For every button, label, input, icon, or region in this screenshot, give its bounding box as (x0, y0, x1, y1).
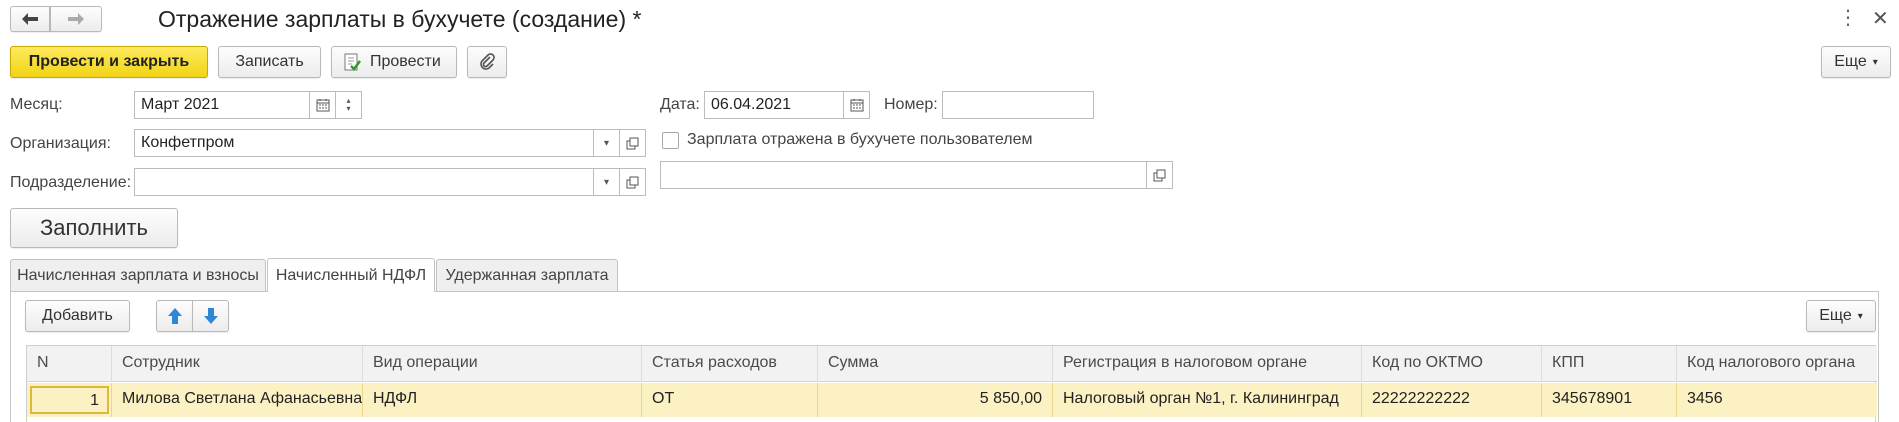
chevron-down-icon: ▾ (1872, 56, 1878, 68)
extra-field[interactable] (660, 161, 1147, 189)
cell-operation[interactable]: НДФЛ (363, 383, 642, 417)
post-and-close-button[interactable]: Провести и закрыть (10, 46, 208, 78)
tab-withheld-salary[interactable]: Удержанная зарплата (436, 259, 618, 291)
extra-open-button[interactable] (1146, 161, 1173, 189)
table-header: N Сотрудник Вид операции Статья расходов… (27, 346, 1877, 382)
save-button[interactable]: Записать (218, 46, 321, 78)
tab-panel: Добавить Еще ▾ N Сотрудник Вид операции … (10, 291, 1879, 422)
cell-tax-office-code[interactable]: 3456 (1677, 383, 1877, 417)
back-button[interactable] (10, 6, 50, 32)
department-label: Подразделение: (10, 174, 132, 191)
column-header-operation[interactable]: Вид операции (363, 346, 642, 382)
column-header-kpp[interactable]: КПП (1542, 346, 1677, 382)
salary-posted-checkbox-label[interactable]: Зарплата отражена в бухучете пользовател… (687, 131, 1032, 149)
column-header-tax-registration[interactable]: Регистрация в налоговом органе (1053, 346, 1362, 382)
month-stepper[interactable]: ▴ ▾ (335, 91, 362, 119)
organization-open-button[interactable] (619, 129, 646, 157)
date-calendar-button[interactable] (843, 91, 870, 119)
more-button-label: Еще (1834, 53, 1867, 70)
calendar-icon (316, 99, 329, 112)
department-field[interactable] (134, 168, 594, 196)
chevron-down-icon: ▾ (1857, 310, 1863, 322)
arrow-left-icon (22, 13, 38, 25)
post-button-label: Провести (370, 53, 441, 70)
date-label: Дата: (660, 96, 700, 113)
column-header-oktmo[interactable]: Код по ОКТМО (1362, 346, 1542, 382)
table-more-label: Еще (1819, 307, 1852, 324)
fill-button[interactable]: Заполнить (10, 208, 178, 248)
cell-amount[interactable]: 5 850,00 (818, 383, 1053, 417)
tab-accrued-salary[interactable]: Начисленная зарплата и взносы (10, 259, 266, 291)
table-row[interactable]: 1 Милова Светлана Афанасьевна НДФЛ ОТ 5 … (27, 383, 1877, 417)
post-button[interactable]: Провести (331, 46, 457, 78)
column-header-n[interactable]: N (27, 346, 112, 382)
forward-button[interactable] (50, 6, 102, 32)
move-down-button[interactable] (192, 300, 229, 332)
column-header-tax-office-code[interactable]: Код налогового органа (1677, 346, 1877, 382)
organization-label: Организация: (10, 135, 111, 152)
page-title: Отражение зарплаты в бухучете (создание)… (158, 6, 642, 32)
cell-tax-registration[interactable]: Налоговый орган №1, г. Калининград (1053, 383, 1362, 417)
column-header-employee[interactable]: Сотрудник (112, 346, 363, 382)
chevron-down-icon: ▾ (603, 137, 610, 149)
organization-field[interactable]: Конфетпром (134, 129, 594, 157)
arrow-right-icon (68, 13, 84, 25)
close-icon[interactable]: ✕ (1872, 6, 1889, 31)
number-field[interactable] (942, 91, 1094, 119)
cell-employee[interactable]: Милова Светлана Афанасьевна (112, 383, 363, 417)
month-label: Месяц: (10, 96, 63, 113)
open-form-icon (1153, 169, 1166, 181)
department-dropdown-button[interactable]: ▾ (593, 168, 620, 196)
column-header-expense[interactable]: Статья расходов (642, 346, 818, 382)
more-button[interactable]: Еще ▾ (1821, 46, 1891, 78)
paperclip-icon (480, 53, 495, 70)
more-vertical-icon[interactable]: ⋮ (1838, 5, 1858, 30)
date-field[interactable]: 06.04.2021 (704, 91, 844, 119)
chevron-down-icon: ▾ (603, 176, 610, 188)
arrow-up-icon (167, 308, 182, 324)
add-button[interactable]: Добавить (25, 300, 130, 332)
cell-expense[interactable]: ОТ (642, 383, 818, 417)
month-field[interactable]: Март 2021 (134, 91, 310, 119)
attach-button[interactable] (467, 46, 507, 78)
cell-kpp[interactable]: 345678901 (1542, 383, 1677, 417)
organization-dropdown-button[interactable]: ▾ (593, 129, 620, 157)
post-document-icon (344, 53, 361, 71)
tab-accrued-ndfl[interactable]: Начисленный НДФЛ (267, 258, 435, 292)
salary-posted-checkbox[interactable] (662, 132, 679, 149)
cell-oktmo[interactable]: 22222222222 (1362, 383, 1542, 417)
ndfl-table: N Сотрудник Вид операции Статья расходов… (26, 345, 1877, 422)
cell-n-value[interactable]: 1 (30, 386, 109, 414)
column-header-amount[interactable]: Сумма (818, 346, 1053, 382)
number-label: Номер: (884, 96, 938, 113)
cell-n[interactable]: 1 (27, 383, 112, 417)
arrow-down-icon (203, 308, 218, 324)
calendar-button[interactable] (309, 91, 336, 119)
table-more-button[interactable]: Еще ▾ (1806, 300, 1876, 332)
open-form-icon (626, 137, 639, 149)
move-up-button[interactable] (156, 300, 193, 332)
stepper-down-icon[interactable]: ▾ (346, 105, 350, 113)
calendar-icon (850, 99, 863, 112)
department-open-button[interactable] (619, 168, 646, 196)
open-form-icon (626, 176, 639, 188)
